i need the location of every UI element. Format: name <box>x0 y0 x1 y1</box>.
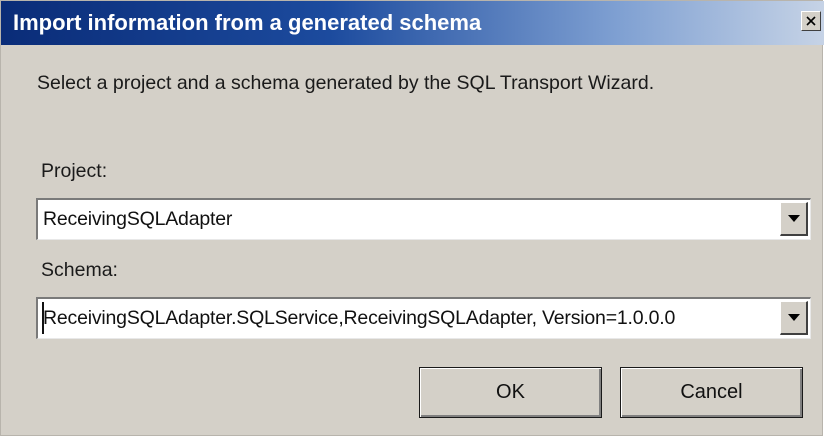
instruction-text: Select a project and a schema generated … <box>37 72 655 94</box>
schema-selected-value: ReceivingSQLAdapter.SQLService,Receiving… <box>43 307 676 329</box>
title-bar[interactable]: Import information from a generated sche… <box>1 1 824 45</box>
schema-dropdown-button[interactable] <box>780 301 808 335</box>
project-dropdown-button[interactable] <box>780 202 808 236</box>
cancel-button[interactable]: Cancel <box>620 367 803 418</box>
project-label: Project: <box>41 160 108 182</box>
schema-label: Schema: <box>41 259 118 281</box>
close-button[interactable] <box>801 11 821 31</box>
project-selected-value: ReceivingSQLAdapter <box>43 208 233 230</box>
project-combobox[interactable]: ReceivingSQLAdapter <box>36 198 811 240</box>
import-schema-dialog: Import information from a generated sche… <box>0 0 824 436</box>
schema-combobox[interactable]: ReceivingSQLAdapter.SQLService,Receiving… <box>36 297 811 339</box>
ok-button[interactable]: OK <box>419 367 602 418</box>
close-icon <box>806 16 816 26</box>
chevron-down-icon <box>787 314 800 321</box>
chevron-down-icon <box>787 215 800 222</box>
dialog-title: Import information from a generated sche… <box>13 10 482 35</box>
